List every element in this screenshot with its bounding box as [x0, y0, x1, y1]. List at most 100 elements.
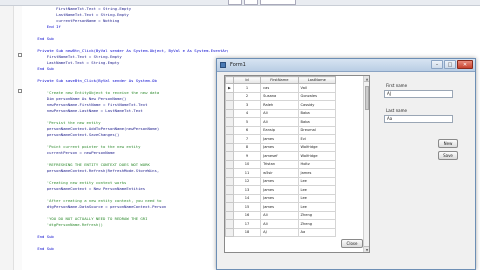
grid-row[interactable]: 7 James Evi [225, 134, 369, 144]
grid-cell-firstname[interactable]: James [260, 134, 299, 144]
grid-cell-lastname[interactable]: Wolfridge [297, 142, 336, 152]
grid-row[interactable]: 9 Jamesef Wolfridge [225, 151, 369, 161]
row-header[interactable] [225, 210, 234, 220]
grid-cell-lastname[interactable]: Zheng [297, 219, 336, 229]
maximize-button[interactable]: □ [444, 60, 456, 69]
grid-cell-id[interactable]: 4 [232, 108, 262, 118]
scroll-up-icon[interactable]: ▲ [364, 76, 369, 82]
grid-cell-id[interactable]: 8 [232, 142, 262, 152]
row-header[interactable] [225, 142, 234, 152]
grid-cell-lastname[interactable]: Cassidy [297, 100, 336, 110]
row-header[interactable] [225, 125, 234, 135]
grid-cell-firstname[interactable]: Tristan [260, 159, 299, 169]
grid-cell-firstname[interactable]: Raleh [260, 100, 299, 110]
grid-cell-lastname[interactable]: Vail [297, 83, 336, 93]
grid-cell-lastname[interactable]: Aa [297, 227, 336, 237]
collapse-icon[interactable] [18, 53, 22, 57]
grid-row[interactable]: ▶ 1 cas Vail [225, 83, 369, 93]
person-data-grid[interactable]: Id FirstName LastName ▶ 1 cas Vail 2 Susana Go… [224, 75, 370, 253]
editor-tab-icon[interactable] [244, 0, 258, 5]
grid-cell-lastname[interactable]: Holtz [297, 159, 336, 169]
scroll-down-icon[interactable]: ▼ [364, 246, 369, 252]
grid-cell-id[interactable]: 13 [232, 185, 262, 195]
row-header[interactable] [225, 185, 234, 195]
code-text[interactable]: FirstNameTxt.Text = String.Empty LastNam… [28, 6, 228, 270]
grid-cell-firstname[interactable]: James [260, 176, 299, 186]
grid-corner-header[interactable] [225, 76, 234, 84]
grid-row[interactable]: 16 Ali Zheng [225, 210, 369, 220]
grid-cell-id[interactable]: 15 [232, 202, 262, 212]
grid-cell-firstname[interactable]: Ali [260, 210, 299, 220]
row-header[interactable] [225, 202, 234, 212]
save-button[interactable]: Save [438, 151, 458, 160]
scroll-thumb[interactable] [365, 86, 369, 110]
grid-cell-lastname[interactable]: James [297, 168, 336, 178]
row-header[interactable] [225, 168, 234, 178]
grid-cell-lastname[interactable]: Lee [297, 193, 336, 203]
grid-cell-lastname[interactable]: Evi [297, 134, 336, 144]
row-header[interactable] [225, 134, 234, 144]
editor-tab-icon[interactable] [228, 0, 242, 5]
grid-cell-lastname[interactable]: Baba [297, 108, 336, 118]
grid-cell-id[interactable]: 12 [232, 176, 262, 186]
grid-cell-lastname[interactable]: Wolfridge [297, 151, 336, 161]
column-header-id[interactable]: Id [232, 76, 262, 84]
grid-cell-id[interactable]: 9 [232, 151, 262, 161]
row-header[interactable] [225, 193, 234, 203]
grid-row[interactable]: 13 James Lee [225, 185, 369, 195]
grid-cell-id[interactable]: 1 [232, 83, 262, 93]
row-header[interactable] [225, 176, 234, 186]
grid-vertical-scrollbar[interactable]: ▲ ▼ [363, 76, 369, 252]
grid-cell-id[interactable]: 16 [232, 210, 262, 220]
grid-row[interactable]: 18 AJ Aa [225, 227, 369, 237]
row-header[interactable] [225, 117, 234, 127]
row-header[interactable] [225, 100, 234, 110]
grid-cell-firstname[interactable]: James [260, 185, 299, 195]
grid-row[interactable]: 5 Ali Baba [225, 117, 369, 127]
row-header[interactable] [225, 108, 234, 118]
grid-cell-firstname[interactable]: Ali [260, 108, 299, 118]
grid-cell-id[interactable]: 14 [232, 193, 262, 203]
editor-tab[interactable] [260, 0, 296, 5]
grid-cell-firstname[interactable]: Eansip [260, 125, 299, 135]
grid-cell-lastname[interactable]: Gonzales [297, 91, 336, 101]
grid-cell-id[interactable]: 17 [232, 219, 262, 229]
grid-row[interactable]: 3 Raleh Cassidy [225, 100, 369, 110]
grid-row[interactable]: 15 James Lee [225, 202, 369, 212]
row-header[interactable] [225, 219, 234, 229]
row-header[interactable]: ▶ [225, 83, 234, 93]
row-header[interactable] [225, 227, 234, 237]
grid-row[interactable]: 8 James Wolfridge [225, 142, 369, 152]
grid-row[interactable]: 10 Tristan Holtz [225, 159, 369, 169]
grid-cell-lastname[interactable]: Dreumal [297, 125, 336, 135]
grid-cell-firstname[interactable]: Susana [260, 91, 299, 101]
row-header[interactable] [225, 159, 234, 169]
grid-row[interactable]: 17 Ali Zheng [225, 219, 369, 229]
grid-row[interactable]: 6 Eansip Dreumal [225, 125, 369, 135]
grid-cell-id[interactable]: 3 [232, 100, 262, 110]
grid-row[interactable]: 11 w5sir James [225, 168, 369, 178]
grid-cell-firstname[interactable]: AJ [260, 227, 299, 237]
grid-cell-lastname[interactable]: Lee [297, 202, 336, 212]
grid-cell-firstname[interactable]: James [260, 142, 299, 152]
close-window-button[interactable]: ✕ [457, 60, 473, 69]
grid-cell-id[interactable]: 10 [232, 159, 262, 169]
grid-cell-firstname[interactable]: Jamesef [260, 151, 299, 161]
first-name-field[interactable]: AJ [384, 90, 453, 98]
column-header-firstname[interactable]: FirstName [260, 76, 299, 84]
grid-row[interactable]: 4 Ali Baba [225, 108, 369, 118]
grid-cell-lastname[interactable]: Zheng [297, 210, 336, 220]
grid-cell-lastname[interactable]: Lee [297, 185, 336, 195]
minimize-button[interactable]: – [431, 60, 443, 69]
row-header[interactable] [225, 91, 234, 101]
close-button[interactable]: Close [341, 239, 363, 248]
grid-cell-id[interactable]: 7 [232, 134, 262, 144]
grid-cell-id[interactable]: 18 [232, 227, 262, 237]
grid-cell-firstname[interactable]: James [260, 193, 299, 203]
grid-row[interactable]: 12 James Lee [225, 176, 369, 186]
row-header[interactable] [225, 151, 234, 161]
grid-cell-id[interactable]: 11 [232, 168, 262, 178]
last-name-field[interactable]: Aa [384, 115, 453, 123]
window-titlebar[interactable]: Form1 – □ ✕ [217, 59, 475, 72]
grid-cell-firstname[interactable]: Ali [260, 117, 299, 127]
